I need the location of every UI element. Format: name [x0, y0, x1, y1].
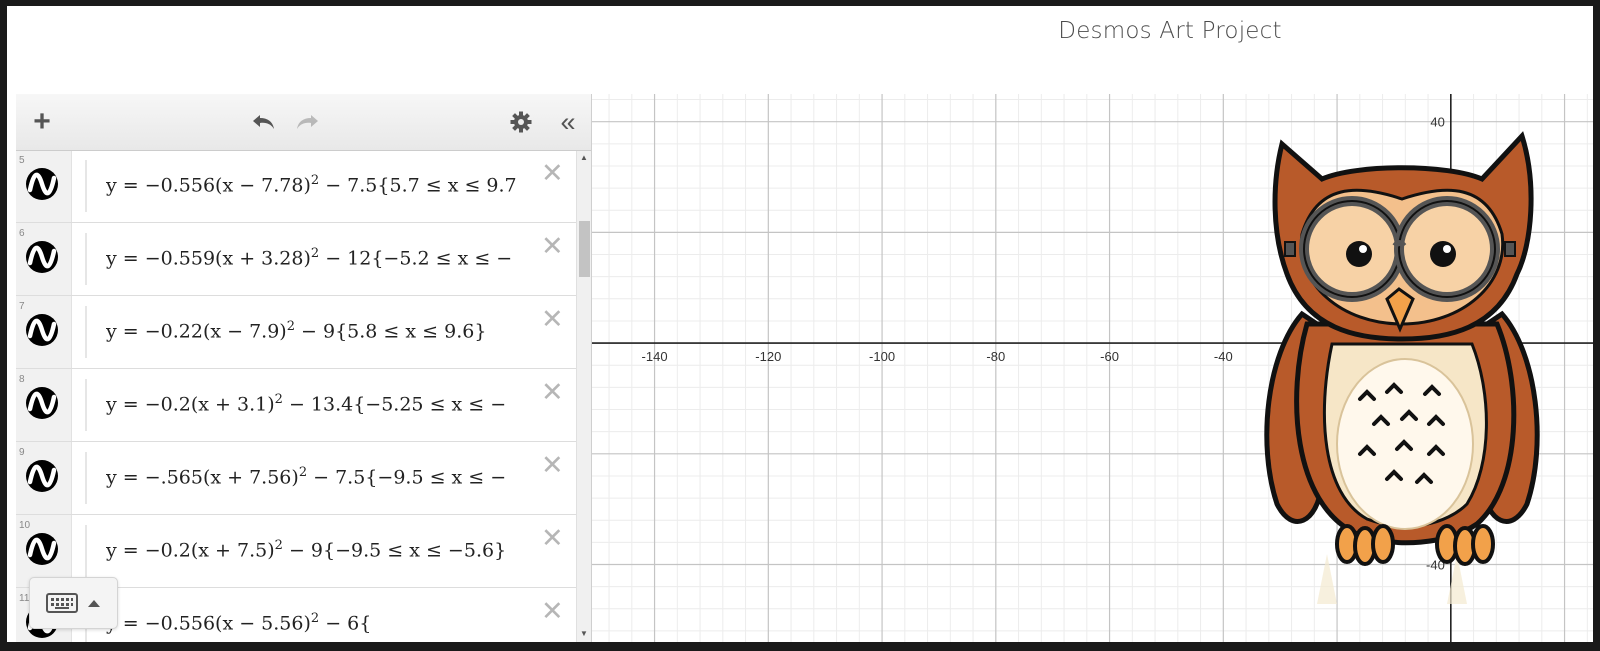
redo-icon: [297, 115, 318, 129]
expression-toolbar: + «: [16, 94, 591, 151]
x-tick-label: -100: [869, 349, 895, 364]
expression-exponent: 2: [310, 246, 320, 261]
expression-lead: y = −0.2(x + 3.1): [106, 393, 275, 416]
expression-number: 10: [19, 520, 31, 531]
expression-tab[interactable]: 9: [16, 442, 72, 514]
undo-icon: [253, 115, 274, 129]
expression-row[interactable]: 7y = −0.22(x − 7.9)2 − 9{5.8 ≤ x ≤ 9.6} ✕: [16, 296, 576, 369]
expression-input[interactable]: y = −0.2(x + 7.5)2 − 9{−9.5 ≤ x ≤ −5.6}: [106, 538, 546, 561]
expression-lead: y = −.565(x + 7.56): [106, 466, 299, 489]
expression-input[interactable]: y = −0.2(x + 3.1)2 − 13.4{−5.25 ≤ x ≤ −: [106, 392, 546, 415]
expression-input[interactable]: y = −.565(x + 7.56)2 − 7.5{−9.5 ≤ x ≤ −: [106, 465, 546, 488]
expression-tail: − 12{−5.2 ≤ x ≤ −: [319, 247, 513, 270]
expression-tab[interactable]: 7: [16, 296, 72, 368]
expression-exponent: 2: [286, 319, 295, 334]
x-tick-label: -120: [755, 349, 781, 364]
expression-number: 5: [19, 155, 25, 166]
expression-list: 5y = −0.556(x − 7.78)2 − 7.5{5.7 ≤ x ≤ 9…: [16, 151, 576, 642]
desmos-wave-icon[interactable]: [25, 240, 59, 274]
expression-tab[interactable]: 5: [16, 151, 72, 222]
expression-scrollbar[interactable]: ▲ ▼: [576, 151, 591, 642]
undo-button[interactable]: [248, 106, 280, 138]
expression-number: 11: [19, 593, 30, 604]
x-tick-label: -80: [986, 349, 1005, 364]
expression-row[interactable]: 5 y = −0.556(x − 7.78)2 − 7.5{5.7 ≤ x ≤ 9…: [16, 151, 576, 223]
expression-cursor-bar: [85, 306, 87, 358]
expression-number: 9: [19, 447, 25, 458]
scroll-up-icon[interactable]: ▲: [580, 153, 588, 162]
expression-lead: y = −0.556(x − 7.78): [106, 174, 311, 197]
gear-icon: [510, 111, 532, 133]
redo-button[interactable]: [291, 106, 323, 138]
expression-input[interactable]: y = −0.22(x − 7.9)2 − 9{5.8 ≤ x ≤ 9.6}: [106, 319, 546, 342]
close-icon[interactable]: ✕: [541, 158, 564, 189]
scroll-thumb[interactable]: [579, 221, 590, 277]
desmos-wave-icon[interactable]: [25, 459, 59, 493]
page-title: Desmos Art Project: [1058, 18, 1282, 44]
close-icon[interactable]: ✕: [541, 304, 564, 335]
collapse-panel-button[interactable]: «: [552, 106, 584, 138]
expression-exponent: 2: [274, 392, 283, 407]
expression-lead: y = −0.22(x − 7.9): [106, 320, 287, 343]
expression-exponent: 2: [274, 538, 283, 553]
close-icon[interactable]: ✕: [541, 377, 564, 408]
expression-tail: − 7.5{5.7 ≤ x ≤ 9.7: [319, 174, 517, 197]
expression-exponent: 2: [310, 173, 320, 188]
desmos-wave-icon[interactable]: [25, 313, 59, 347]
expression-number: 6: [19, 228, 25, 239]
expression-exponent: 2: [298, 465, 308, 480]
page: Desmos Art Project + « 5 y = −0.556(x − …: [7, 6, 1593, 642]
expression-tail: − 9{5.8 ≤ x ≤ 9.6}: [295, 320, 487, 343]
double-chevron-left-icon: «: [560, 106, 576, 137]
desmos-wave-icon[interactable]: [25, 532, 59, 566]
close-icon[interactable]: ✕: [541, 231, 564, 262]
desmos-wave-icon[interactable]: [25, 386, 59, 420]
expression-lead: y = −0.2(x + 7.5): [106, 539, 275, 562]
expression-tail: − 6{: [319, 612, 372, 635]
close-icon[interactable]: ✕: [541, 596, 564, 627]
expression-tab[interactable]: 8: [16, 369, 72, 441]
expression-input[interactable]: y = −0.559(x + 3.28)2 − 12{−5.2 ≤ x ≤ −: [106, 246, 546, 269]
expression-row[interactable]: 6 y = −0.559(x + 3.28)2 − 12{−5.2 ≤ x ≤ −…: [16, 223, 576, 296]
keyboard-icon: [46, 593, 78, 613]
expression-row[interactable]: 9 y = −.565(x + 7.56)2 − 7.5{−9.5 ≤ x ≤ −…: [16, 442, 576, 515]
owl-illustration: [1264, 131, 1540, 604]
expression-number: 7: [19, 301, 25, 312]
expression-lead: y = −0.556(x − 5.56): [106, 612, 311, 635]
expression-input[interactable]: y = −0.556(x − 5.56)2 − 6{: [106, 611, 546, 634]
add-expression-button[interactable]: +: [26, 105, 58, 138]
expression-cursor-bar: [85, 525, 87, 577]
keyboard-toggle-button[interactable]: [29, 577, 118, 629]
expression-cursor-bar: [85, 379, 87, 431]
settings-button[interactable]: [505, 106, 537, 138]
expression-tab[interactable]: 6: [16, 223, 72, 295]
expression-cursor-bar: [85, 452, 87, 504]
expression-exponent: 2: [310, 611, 320, 626]
expression-input[interactable]: y = −0.556(x − 7.78)2 − 7.5{5.7 ≤ x ≤ 9.…: [106, 173, 546, 196]
expression-number: 8: [19, 374, 25, 385]
scroll-down-icon[interactable]: ▼: [580, 629, 588, 638]
expression-tail: − 7.5{−9.5 ≤ x ≤ −: [307, 466, 507, 489]
desmos-wave-icon[interactable]: [25, 167, 59, 201]
expression-panel: + « 5 y = −0.556(x − 7.78)2 − 7.5{5.7 ≤ …: [16, 94, 592, 642]
expression-cursor-bar: [85, 160, 87, 212]
x-tick-label: -60: [1100, 349, 1119, 364]
caret-up-icon: [88, 600, 100, 607]
expression-row[interactable]: 8 y = −0.2(x + 3.1)2 − 13.4{−5.25 ≤ x ≤ −…: [16, 369, 576, 442]
x-tick-label: -40: [1214, 349, 1233, 364]
expression-lead: y = −0.559(x + 3.28): [106, 247, 311, 270]
close-icon[interactable]: ✕: [541, 450, 564, 481]
close-icon[interactable]: ✕: [541, 523, 564, 554]
expression-tail: − 9{−9.5 ≤ x ≤ −5.6}: [282, 539, 507, 562]
x-tick-label: -140: [642, 349, 668, 364]
expression-cursor-bar: [85, 233, 87, 285]
expression-tail: − 13.4{−5.25 ≤ x ≤ −: [282, 393, 507, 416]
plus-icon: +: [33, 105, 51, 138]
